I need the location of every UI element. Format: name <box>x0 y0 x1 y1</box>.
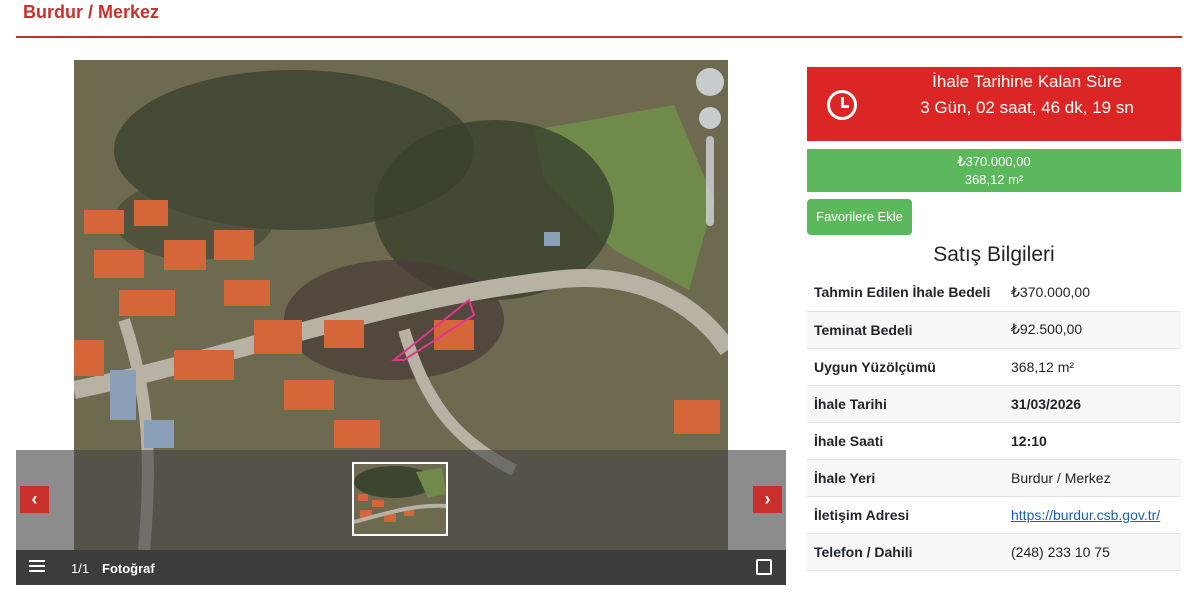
photo-counter: 1/1 <box>71 561 90 576</box>
prev-photo-button[interactable]: ‹ <box>20 486 49 513</box>
sale-info-table: Tahmin Edilen İhale Bedeli ₺370.000,00 T… <box>807 274 1181 571</box>
row-label: İhale Yeri <box>807 459 1004 497</box>
table-row: İhale Tarihi 31/03/2026 <box>807 385 1181 423</box>
row-value: Burdur / Merkez <box>1004 459 1181 497</box>
list-icon[interactable] <box>29 560 45 574</box>
countdown-time: 3 Gün, 02 saat, 46 dk, 19 sn <box>920 98 1134 117</box>
row-label: İhale Tarihi <box>807 385 1004 423</box>
price-area: 368,12 m² <box>964 172 1024 187</box>
countdown-box: İhale Tarihine Kalan Süre 3 Gün, 02 saat… <box>807 67 1181 141</box>
table-row: İhale Yeri Burdur / Merkez <box>807 459 1181 497</box>
next-photo-button[interactable]: › <box>753 486 782 513</box>
thumbnail-image[interactable] <box>352 462 448 536</box>
table-row: Telefon / Dahili (248) 233 10 75 <box>807 533 1181 571</box>
section-title: Satış Bilgileri <box>933 243 1055 266</box>
photo-label: Fotoğraf <box>102 561 155 576</box>
page-header: Burdur / Merkez <box>16 0 1182 38</box>
clock-icon <box>827 90 857 120</box>
row-label: Telefon / Dahili <box>807 533 1004 571</box>
thumbnail-strip <box>16 450 786 550</box>
photo-gallery: ‹ › 1/1 Fotoğraf <box>16 60 786 585</box>
gallery-toolbar: 1/1 Fotoğraf <box>16 550 786 585</box>
price-amount: ₺370.000,00 <box>957 154 1031 169</box>
add-favorite-button[interactable]: Favorilere Ekle <box>807 199 912 235</box>
row-label: Uygun Yüzölçümü <box>807 348 1004 386</box>
row-label: Teminat Bedeli <box>807 311 1004 349</box>
table-row: İhale Saati 12:10 <box>807 422 1181 460</box>
row-value: ₺92.500,00 <box>1004 311 1181 349</box>
auction-panel: İhale Tarihine Kalan Süre 3 Gün, 02 saat… <box>807 67 1181 571</box>
row-value: 12:10 <box>1004 422 1181 460</box>
chevron-left-icon: ‹ <box>31 489 38 509</box>
table-row: Uygun Yüzölçümü 368,12 m² <box>807 348 1181 386</box>
table-row: İletişim Adresi https://burdur.csb.gov.t… <box>807 496 1181 534</box>
row-label: İhale Saati <box>807 422 1004 460</box>
row-label: İletişim Adresi <box>807 496 1004 534</box>
expand-icon[interactable] <box>756 559 772 575</box>
contact-link[interactable]: https://burdur.csb.gov.tr/ <box>1011 507 1160 523</box>
countdown-title: İhale Tarihine Kalan Süre <box>932 72 1122 91</box>
row-value: 368,12 m² <box>1004 348 1181 386</box>
row-label: Tahmin Edilen İhale Bedeli <box>807 274 1004 312</box>
table-row: Teminat Bedeli ₺92.500,00 <box>807 311 1181 349</box>
row-value: 31/03/2026 <box>1004 385 1181 423</box>
row-value: (248) 233 10 75 <box>1004 533 1181 571</box>
row-value: ₺370.000,00 <box>1004 274 1181 312</box>
chevron-right-icon: › <box>764 489 771 509</box>
price-box: ₺370.000,00 368,12 m² <box>807 149 1181 192</box>
location-title: Burdur / Merkez <box>23 2 160 22</box>
row-value: https://burdur.csb.gov.tr/ <box>1004 496 1181 534</box>
table-row: Tahmin Edilen İhale Bedeli ₺370.000,00 <box>807 274 1181 312</box>
